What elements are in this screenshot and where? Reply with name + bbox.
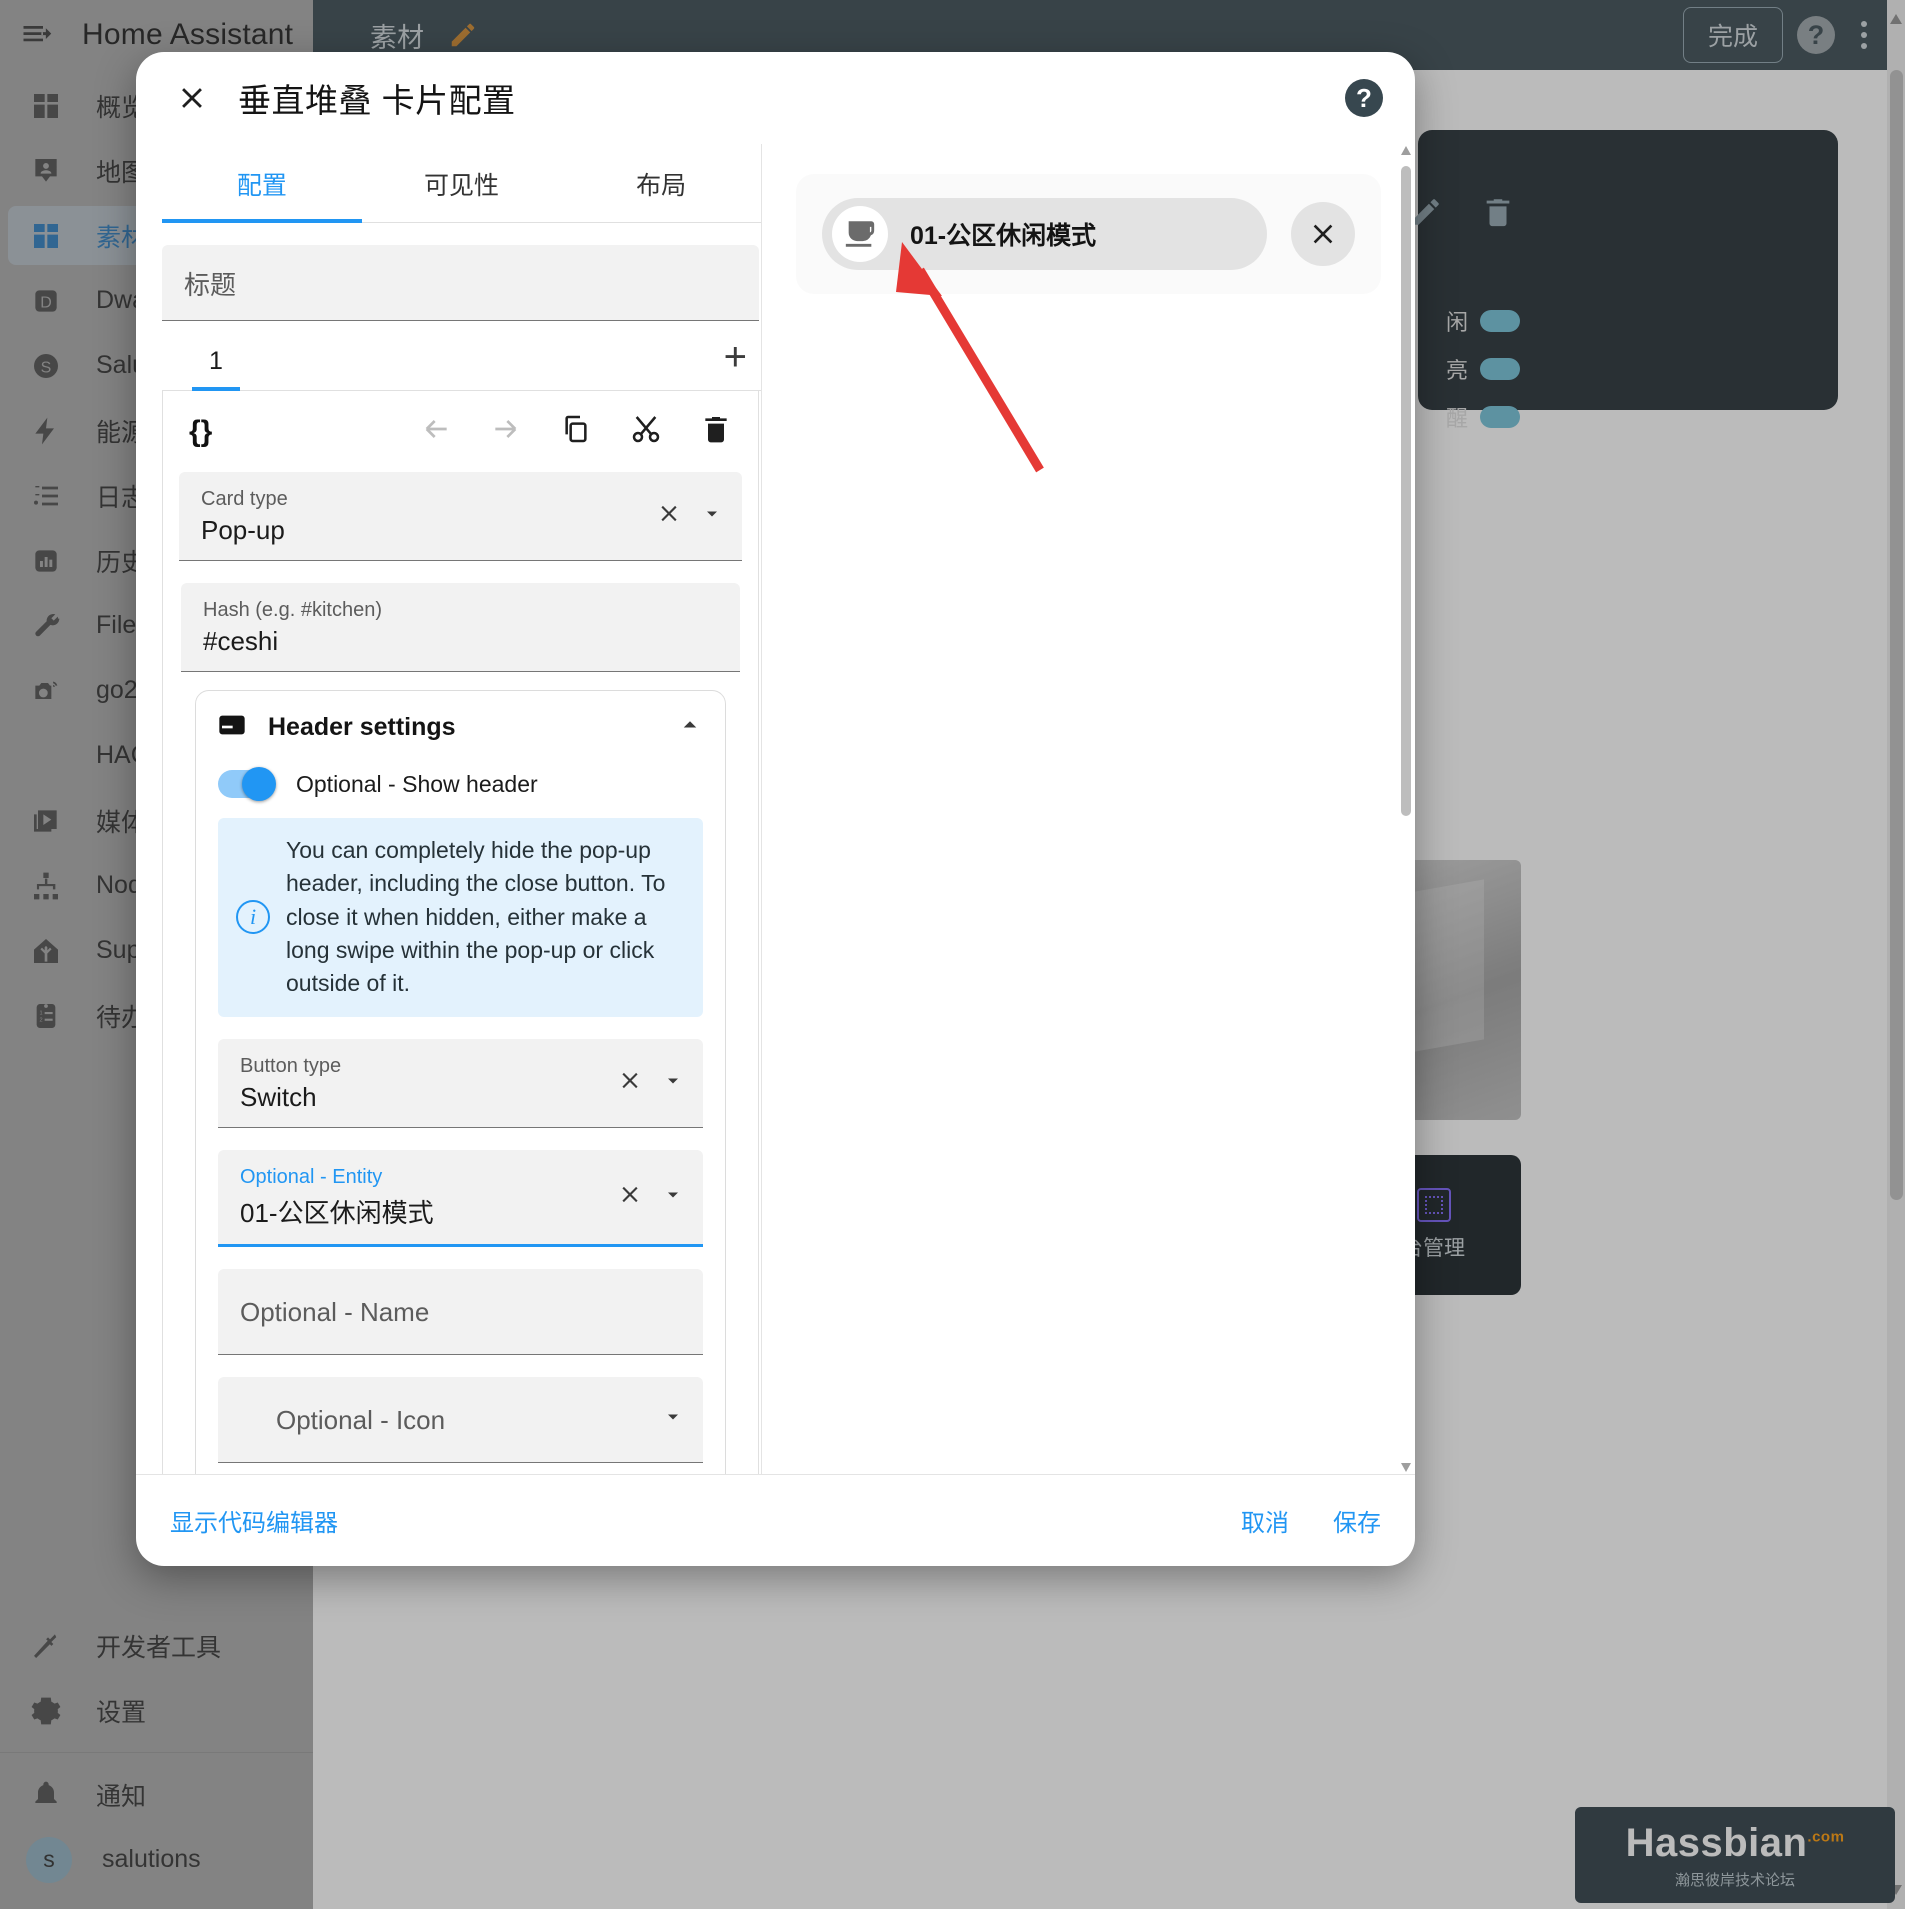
name-field[interactable]: Optional - Name [218, 1268, 703, 1355]
chevron-down-icon[interactable] [661, 1182, 685, 1211]
save-button[interactable]: 保存 [1333, 1503, 1381, 1538]
card-page-tabs: 1 + [162, 331, 761, 391]
card-header-icon [216, 709, 248, 746]
title-input-placeholder: 标题 [184, 270, 237, 300]
card-page-tab-1[interactable]: 1 [162, 331, 270, 391]
name-placeholder: Optional - Name [240, 1296, 430, 1327]
dialog-body: 配置 可见性 布局 标题 1 + {} Card type Pop-up Has… [136, 144, 1415, 1474]
tab-layout[interactable]: 布局 [561, 144, 761, 222]
chevron-up-icon[interactable] [675, 710, 705, 745]
hash-field[interactable]: Hash (e.g. #kitchen) #ceshi [181, 583, 740, 672]
scroll-down-icon[interactable] [1401, 1463, 1411, 1472]
dialog-footer: 显示代码编辑器 取消 保存 [136, 1474, 1415, 1566]
arrow-right-icon[interactable] [490, 413, 522, 450]
icon-field[interactable]: Optional - Icon [218, 1376, 703, 1463]
header-info-text: You can completely hide the pop-up heade… [286, 837, 666, 997]
tab-visibility[interactable]: 可见性 [362, 144, 562, 222]
card-config-dialog: 垂直堆叠 卡片配置 ? 配置 可见性 布局 标题 1 + {} Card typ… [136, 52, 1415, 1566]
header-settings-header[interactable]: Header settings [216, 709, 705, 746]
card-editor-toolbar: {} [163, 391, 758, 472]
preview-column: 01-公区休闲模式 [761, 144, 1415, 1474]
dialog-tabs: 配置 可见性 布局 [162, 144, 761, 223]
dialog-footer-actions: 取消 保存 [1241, 1503, 1381, 1538]
help-circle-icon[interactable]: ? [1345, 79, 1383, 117]
cancel-button[interactable]: 取消 [1241, 1503, 1289, 1538]
close-icon[interactable] [168, 74, 216, 122]
card-type-label: Card type [201, 488, 288, 510]
card-editor-box: {} Card type Pop-up Hash (e.g. #kitchen)… [162, 391, 759, 1474]
coffee-icon [832, 206, 888, 262]
card-type-value: Pop-up [201, 515, 285, 545]
remove-entity-button[interactable] [1291, 202, 1355, 266]
preview-scrollbar[interactable] [1399, 144, 1413, 1474]
card-editor-tools [420, 413, 732, 450]
config-column: 配置 可见性 布局 标题 1 + {} Card type Pop-up Has… [136, 144, 761, 1474]
header-info-box: i You can completely hide the pop-up hea… [218, 818, 703, 1017]
close-icon[interactable] [617, 1181, 643, 1212]
tab-config[interactable]: 配置 [162, 144, 362, 223]
button-type-value: Switch [240, 1081, 317, 1112]
entity-field[interactable]: Optional - Entity 01-公区休闲模式 [218, 1149, 703, 1247]
hash-label: Hash (e.g. #kitchen) [203, 599, 382, 621]
icon-placeholder: Optional - Icon [276, 1404, 446, 1435]
entity-chip-label: 01-公区休闲模式 [910, 222, 1097, 250]
trash-icon[interactable] [700, 413, 732, 450]
entity-value: 01-公区休闲模式 [240, 1197, 434, 1228]
card-type-field[interactable]: Card type Pop-up [179, 472, 742, 561]
chevron-down-icon[interactable] [661, 1068, 685, 1097]
information-outline-icon: i [236, 900, 270, 935]
chevron-down-icon[interactable] [700, 502, 724, 531]
entity-chip[interactable]: 01-公区休闲模式 [822, 198, 1267, 270]
show-code-editor-button[interactable]: 显示代码编辑器 [170, 1503, 338, 1538]
preview-wrap: 01-公区休闲模式 [762, 144, 1415, 324]
button-type-field[interactable]: Button type Switch [218, 1038, 703, 1128]
preview-scrollbar-thumb[interactable] [1401, 166, 1411, 816]
braces-icon[interactable]: {} [189, 415, 212, 449]
add-card-button[interactable]: + [724, 337, 747, 385]
preview-card: 01-公区休闲模式 [796, 174, 1381, 294]
show-header-toggle-row: Optional - Show header [218, 767, 705, 801]
entity-label: Optional - Entity [240, 1165, 383, 1188]
scissors-icon[interactable] [630, 413, 662, 450]
hash-value: #ceshi [203, 626, 279, 656]
show-header-label: Optional - Show header [296, 770, 538, 797]
title-input[interactable]: 标题 [162, 245, 759, 321]
content-copy-icon[interactable] [560, 413, 592, 450]
header-settings-section: Header settings Optional - Show header i [195, 690, 726, 1474]
scroll-up-icon[interactable] [1401, 146, 1411, 155]
close-icon[interactable] [656, 501, 682, 532]
config-scroll-area: 标题 1 + {} Card type Pop-up Hash (e.g. #k… [162, 223, 761, 1474]
dialog-title: 垂直堆叠 卡片配置 [238, 82, 516, 119]
button-type-label: Button type [240, 1054, 342, 1077]
close-icon[interactable] [617, 1067, 643, 1098]
header-settings-title: Header settings [268, 713, 456, 741]
chevron-down-icon[interactable] [661, 1405, 685, 1434]
show-header-toggle[interactable] [218, 767, 276, 801]
arrow-left-icon[interactable] [420, 413, 452, 450]
dialog-header: 垂直堆叠 卡片配置 ? [136, 52, 1415, 144]
